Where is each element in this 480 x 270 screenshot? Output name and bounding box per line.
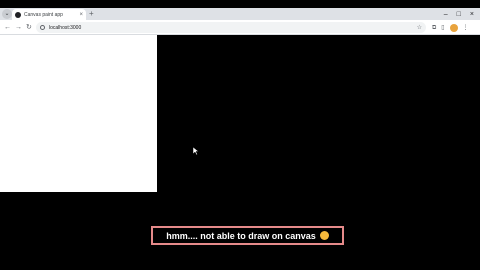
toolbar-icons: ⧉ ▯ ⋮ [432, 22, 469, 33]
tab-title: Canvas paint app [24, 11, 63, 18]
caption-text: hmm.... not able to draw on canvas [166, 230, 316, 241]
mouse-cursor-icon [193, 147, 199, 155]
reload-button[interactable]: ↻ [26, 23, 32, 32]
drawing-canvas[interactable] [0, 35, 157, 192]
window-controls: – □ × [444, 8, 474, 20]
new-tab-button[interactable]: + [89, 9, 94, 19]
screen: ⌄ Canvas paint app × + – □ × ← → ↻ local… [0, 0, 480, 270]
browser-window: ⌄ Canvas paint app × + – □ × ← → ↻ local… [0, 8, 480, 35]
tab-active[interactable]: Canvas paint app × [12, 9, 86, 20]
forward-button[interactable]: → [15, 23, 22, 32]
maximize-button[interactable]: □ [457, 11, 461, 18]
tab-strip: ⌄ Canvas paint app × + – □ × [0, 8, 480, 20]
bookmark-star-icon[interactable]: ☆ [417, 25, 422, 31]
favicon-icon [15, 11, 21, 18]
avatar[interactable] [449, 23, 458, 32]
video-caption: hmm.... not able to draw on canvas [151, 226, 344, 245]
close-window-button[interactable]: × [470, 11, 474, 18]
back-button[interactable]: ← [4, 23, 11, 32]
extensions-icon[interactable]: ⧉ [432, 25, 436, 31]
address-bar[interactable]: localhost:3000 ☆ [36, 22, 426, 33]
url-text[interactable]: localhost:3000 [49, 25, 417, 31]
minimize-button[interactable]: – [444, 11, 448, 18]
side-panel-icon[interactable]: ▯ [441, 25, 444, 31]
menu-icon[interactable]: ⋮ [463, 25, 469, 31]
tab-close-icon[interactable]: × [79, 12, 83, 18]
thinking-face-icon [319, 231, 329, 240]
browser-toolbar: ← → ↻ localhost:3000 ☆ ⧉ ▯ ⋮ [0, 20, 480, 35]
tab-search-icon[interactable]: ⌄ [2, 9, 12, 19]
site-info-icon[interactable] [40, 25, 45, 30]
